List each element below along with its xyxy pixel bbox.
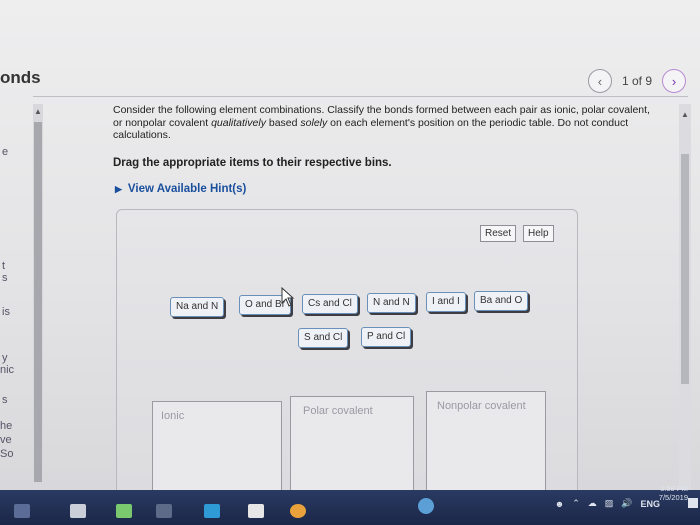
chevron-up-icon[interactable]: ⌃ (572, 498, 580, 509)
drag-item-ba-o[interactable]: Ba and O (474, 291, 529, 311)
help-circle-icon[interactable] (418, 498, 434, 514)
start-icon[interactable] (14, 504, 30, 518)
hint-label: View Available Hint(s) (127, 183, 247, 195)
bin-label: Polar covalent (303, 405, 373, 417)
app-icon[interactable] (248, 504, 264, 518)
scroll-up-icon[interactable]: ▲ (681, 110, 689, 119)
cloud-icon[interactable]: ☁ (588, 498, 597, 509)
side-fragment: nic (0, 364, 15, 376)
question-emphasis: qualitatively (211, 116, 266, 129)
system-tray: ☻ ⌃ ☁ ▨ 🔊 ENG (555, 498, 660, 509)
notifications-icon[interactable] (688, 498, 698, 508)
prev-question-button[interactable]: ‹ (587, 69, 612, 93)
windows-taskbar: ☻ ⌃ ☁ ▨ 🔊 ENG (0, 490, 700, 525)
side-fragment: So (0, 448, 14, 460)
drag-item-na-n[interactable]: Na and N (170, 297, 225, 317)
caret-right-icon: ▶ (115, 183, 122, 194)
clock-date: 7/5/2019 (658, 493, 688, 502)
view-hints-link[interactable]: ▶ View Available Hint(s) (115, 183, 246, 195)
app-icon[interactable] (204, 504, 220, 518)
app-icon[interactable] (70, 504, 86, 518)
side-fragment: s (2, 394, 8, 406)
language-indicator[interactable]: ENG (640, 499, 660, 509)
scrollbar-thumb[interactable] (34, 122, 42, 482)
app-icon[interactable] (156, 504, 172, 518)
people-icon[interactable]: ☻ (555, 499, 564, 509)
header-divider (33, 96, 688, 97)
side-fragment: is (2, 306, 10, 318)
drag-item-p-cl[interactable]: P and Cl (361, 327, 412, 347)
drag-item-i-i[interactable]: I and I (426, 292, 466, 312)
right-scrollbar[interactable]: ▲ (679, 104, 691, 490)
help-button[interactable]: Help (523, 225, 554, 242)
clock-time: 3:58 PM (660, 484, 688, 493)
scroll-up-icon[interactable]: ▲ (34, 107, 42, 116)
side-fragment: he (0, 420, 13, 432)
side-fragment: s (2, 272, 8, 284)
chevron-left-icon: ‹ (597, 73, 603, 89)
quiz-page: onds ‹ 1 of 9 › e t s is y nic s he ve S… (0, 0, 700, 492)
side-panel-fragments: e t s is y nic s he ve So (0, 100, 32, 490)
bin-ionic[interactable]: Ionic (152, 401, 282, 492)
next-question-button[interactable]: › (662, 69, 686, 93)
page-title: onds (0, 68, 41, 87)
reset-button[interactable]: Reset (480, 225, 517, 242)
left-scrollbar[interactable]: ▲ (33, 104, 43, 490)
side-fragment: e (2, 146, 9, 158)
network-icon[interactable]: ▨ (605, 498, 614, 509)
browser-icon[interactable] (290, 504, 306, 518)
bin-label: Ionic (161, 410, 185, 422)
drag-item-s-cl[interactable]: S and Cl (298, 328, 349, 348)
app-icon[interactable] (116, 504, 132, 518)
instruction-text: Drag the appropriate items to their resp… (113, 157, 392, 169)
question-emphasis: solely (300, 116, 328, 129)
side-fragment: t (2, 260, 6, 272)
scrollbar-thumb[interactable] (681, 154, 689, 384)
bin-polar-covalent[interactable]: Polar covalent (290, 396, 414, 492)
bin-nonpolar-covalent[interactable]: Nonpolar covalent (426, 391, 546, 492)
drag-item-n-n[interactable]: N and N (367, 293, 416, 313)
chevron-right-icon: › (671, 73, 677, 89)
mouse-cursor-icon (281, 287, 295, 307)
taskbar-clock[interactable]: 3:58 PM 7/5/2019 (659, 484, 688, 502)
drag-item-cs-cl[interactable]: Cs and Cl (302, 294, 358, 314)
question-text-part: based (265, 116, 301, 129)
bin-label: Nonpolar covalent (437, 400, 526, 412)
page-counter: 1 of 9 (621, 74, 652, 88)
question-text: Consider the following element combinati… (113, 104, 658, 142)
speaker-icon[interactable]: 🔊 (621, 498, 632, 509)
side-fragment: ve (0, 434, 12, 446)
side-fragment: y (2, 352, 8, 364)
pager: ‹ 1 of 9 › (587, 69, 686, 93)
